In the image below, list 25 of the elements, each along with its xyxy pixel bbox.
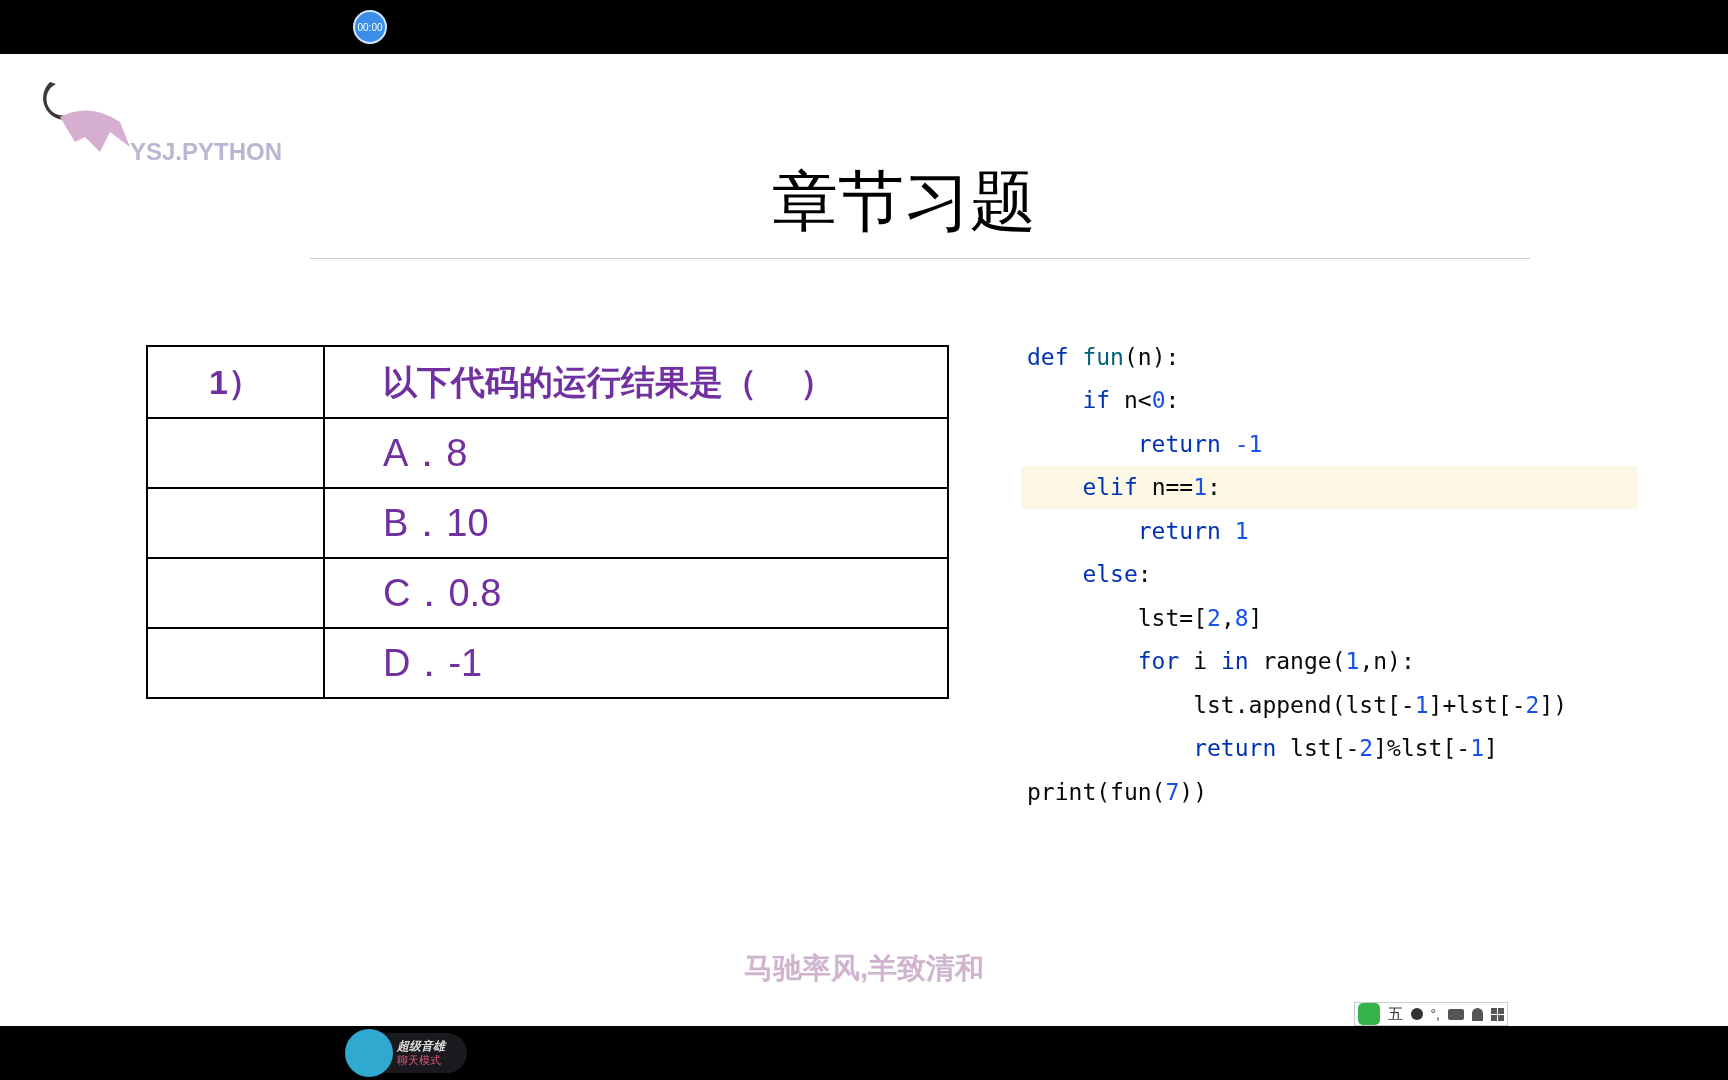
code-line: return lst[-2]%lst[-1]	[1192, 734, 1499, 763]
table-cell-text: D．-1	[382, 640, 484, 686]
code-line: lst.append(lst[-1]+lst[-2])	[1192, 690, 1569, 720]
ime-punct[interactable]: °,	[1430, 1003, 1440, 1025]
code-line: def fun(n):	[1026, 342, 1181, 372]
logo-text: YSJ.PYTHON	[130, 137, 283, 167]
voice-app-name: 超级音雄	[397, 1039, 445, 1053]
voice-app-mode: 聊天模式	[397, 1053, 442, 1067]
grid-icon[interactable]	[1491, 1007, 1504, 1021]
table-cell-text: C．0.8	[382, 570, 503, 616]
code-line: return -1	[1136, 429, 1264, 459]
code-line: return 1	[1136, 516, 1250, 546]
code-line: if n<0:	[1081, 386, 1181, 415]
code-line: lst=[2,8]	[1136, 603, 1264, 633]
table-cell-text: A．8	[382, 430, 469, 476]
motto-text: 马驰率风,羊致清和	[743, 950, 985, 986]
table-cell-text: B．10	[382, 500, 490, 546]
table-cell: 1）	[148, 347, 325, 417]
table-cell-text: 以下代码的运行结果是（ ）	[382, 361, 836, 403]
code-line: else:	[1081, 560, 1153, 589]
code-line: print(fun(7))	[1026, 777, 1209, 807]
slide-title: 章节习题	[772, 162, 1036, 242]
code-line: for i in range(1,n):	[1136, 647, 1416, 676]
ime-logo-icon[interactable]	[1357, 1003, 1380, 1025]
ime-mode[interactable]: 五	[1387, 1002, 1403, 1026]
